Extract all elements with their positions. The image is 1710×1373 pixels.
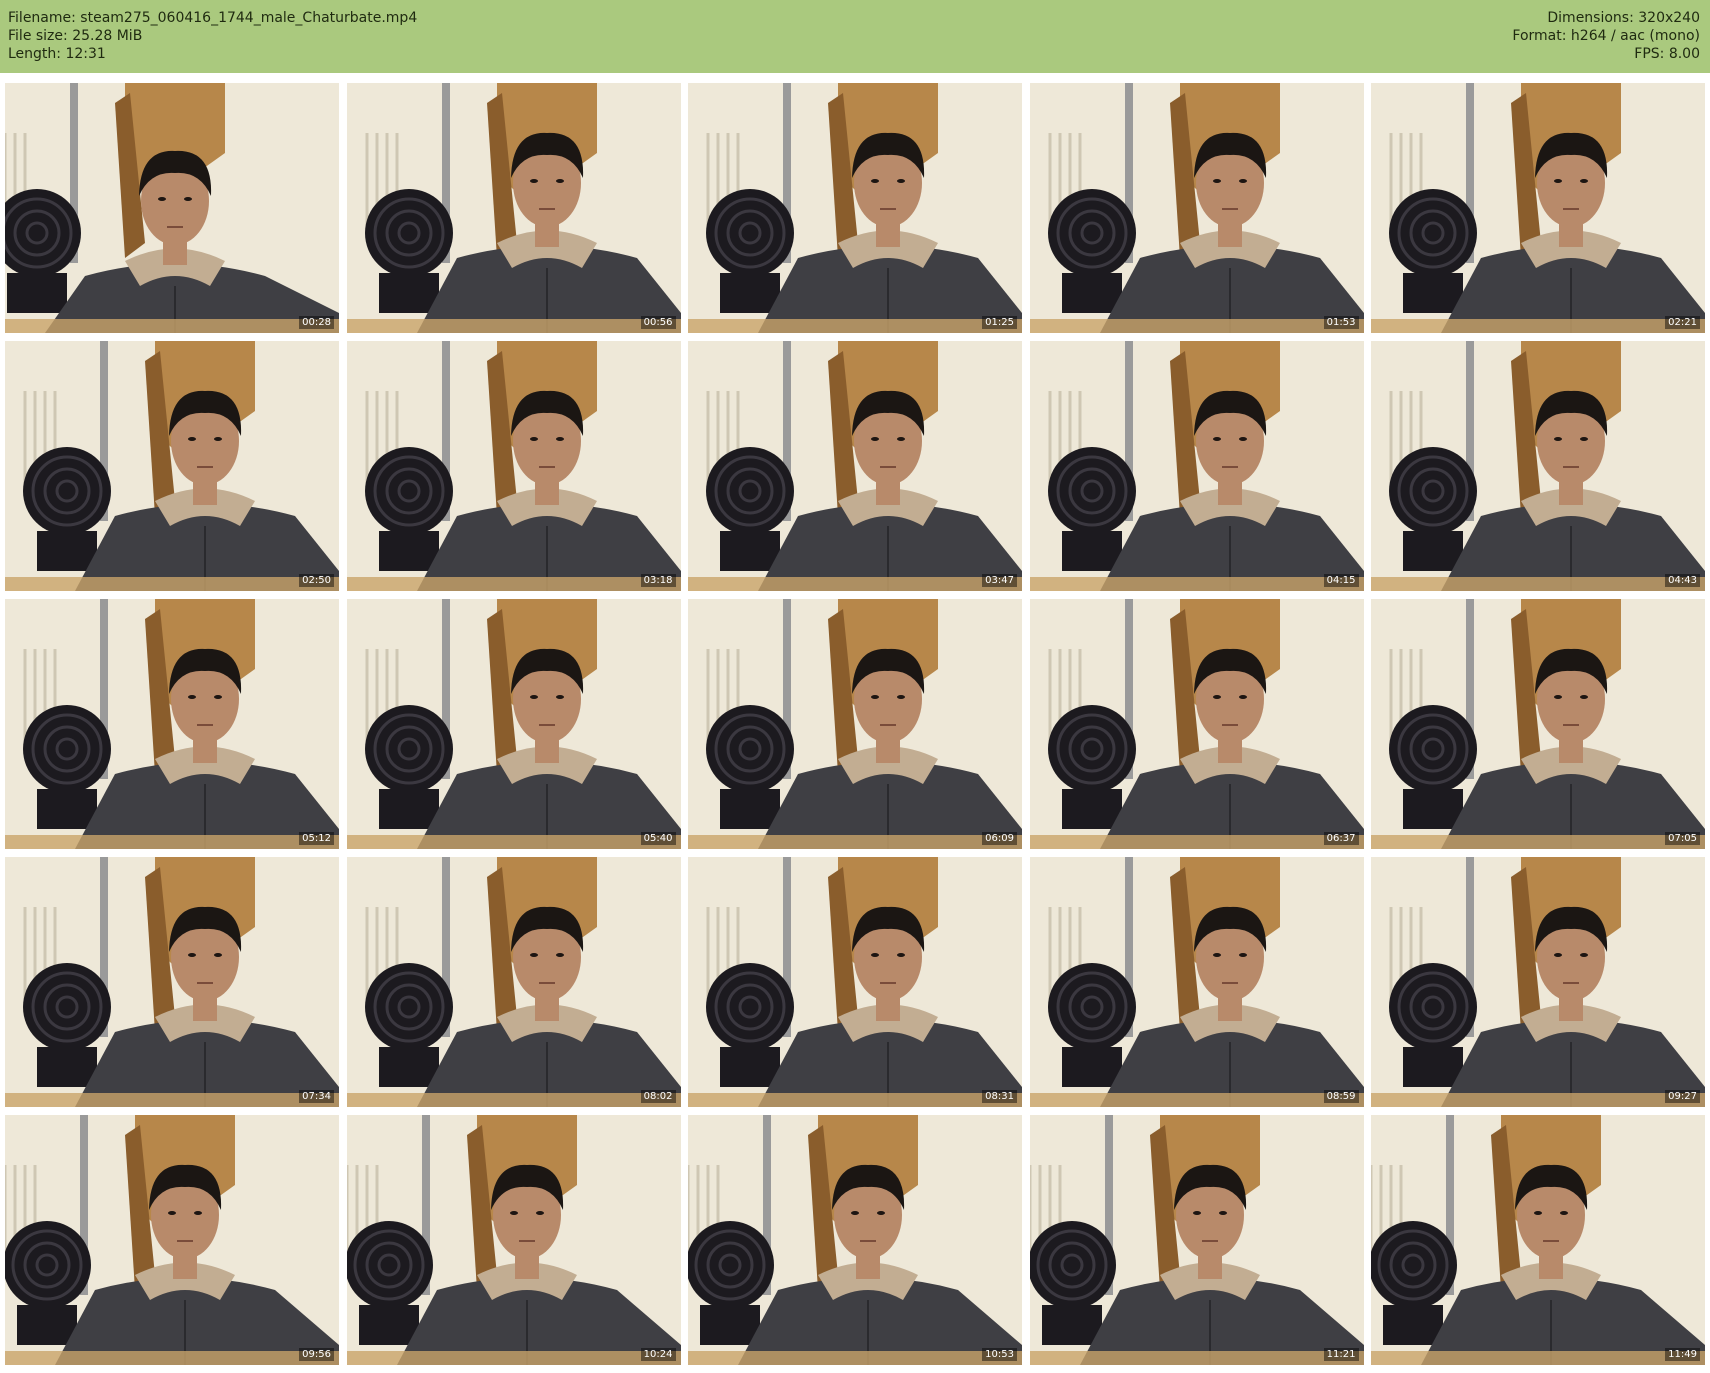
frame-image: [1029, 341, 1364, 591]
video-thumbnail[interactable]: 09:56: [5, 1115, 339, 1365]
frame-image: [1029, 83, 1364, 333]
video-thumbnail[interactable]: 02:50: [5, 341, 339, 591]
frame-image: [5, 1115, 339, 1365]
frame-image: [1029, 857, 1364, 1107]
thumbnail-timestamp: 04:43: [1665, 574, 1700, 587]
frame-image: [1371, 857, 1705, 1107]
fps-text: FPS: 8.00: [1634, 46, 1700, 62]
thumbnail-timestamp: 05:40: [640, 832, 676, 845]
thumbnail-timestamp: 08:02: [640, 1090, 676, 1103]
frame-image: [346, 599, 681, 849]
filename-text: Filename: steam275_060416_1744_male_Chat…: [8, 10, 418, 26]
length-text: Length: 12:31: [8, 46, 106, 62]
video-thumbnail[interactable]: 07:34: [5, 857, 339, 1107]
frame-image: [346, 341, 681, 591]
thumbnail-timestamp: 01:53: [1323, 316, 1359, 329]
frame-image: [1029, 599, 1364, 849]
video-thumbnail[interactable]: 06:09: [688, 599, 1022, 849]
thumbnail-timestamp: 07:34: [299, 1090, 334, 1103]
thumbnail-timestamp: 07:05: [1665, 832, 1700, 845]
thumbnail-timestamp: 03:18: [640, 574, 676, 587]
file-info-left: Filename: steam275_060416_1744_male_Chat…: [8, 9, 417, 63]
thumbnail-timestamp: 02:21: [1665, 316, 1700, 329]
video-thumbnail[interactable]: 01:25: [688, 83, 1022, 333]
thumbnail-timestamp: 06:37: [1323, 832, 1359, 845]
frame-image: [346, 83, 681, 333]
frame-image: [1371, 599, 1705, 849]
frame-image: [1371, 83, 1705, 333]
frame-image: [5, 857, 339, 1107]
thumbnail-timestamp: 11:49: [1665, 1348, 1700, 1361]
video-thumbnail[interactable]: 03:18: [346, 341, 681, 591]
dimensions-text: Dimensions: 320x240: [1547, 10, 1700, 26]
thumbnail-timestamp: 10:53: [982, 1348, 1017, 1361]
video-thumbnail[interactable]: 07:05: [1371, 599, 1705, 849]
video-thumbnail[interactable]: 00:28: [5, 83, 339, 333]
video-thumbnail[interactable]: 03:47: [688, 341, 1022, 591]
thumbnail-timestamp: 08:31: [982, 1090, 1017, 1103]
frame-image: [688, 1115, 1022, 1365]
frame-image: [1371, 1115, 1705, 1365]
format-text: Format: h264 / aac (mono): [1512, 28, 1700, 44]
thumbnail-timestamp: 00:28: [299, 316, 334, 329]
video-thumbnail[interactable]: 06:37: [1029, 599, 1364, 849]
frame-image: [346, 1115, 681, 1365]
thumbnail-timestamp: 08:59: [1323, 1090, 1359, 1103]
frame-image: [346, 857, 681, 1107]
thumbnail-timestamp: 06:09: [982, 832, 1017, 845]
frame-image: [688, 857, 1022, 1107]
thumbnail-timestamp: 00:56: [640, 316, 676, 329]
video-thumbnail[interactable]: 05:40: [346, 599, 681, 849]
frame-image: [688, 83, 1022, 333]
thumbnail-timestamp: 05:12: [299, 832, 334, 845]
frame-image: [1371, 341, 1705, 591]
video-thumbnail[interactable]: 10:24: [346, 1115, 681, 1365]
thumbnail-timestamp: 03:47: [982, 574, 1017, 587]
video-thumbnail[interactable]: 08:59: [1029, 857, 1364, 1107]
thumbnail-timestamp: 11:21: [1323, 1348, 1359, 1361]
thumbnail-timestamp: 09:56: [299, 1348, 334, 1361]
video-thumbnail[interactable]: 09:27: [1371, 857, 1705, 1107]
frame-image: [688, 599, 1022, 849]
video-thumbnail[interactable]: 08:02: [346, 857, 681, 1107]
thumbnail-timestamp: 02:50: [299, 574, 334, 587]
video-thumbnail[interactable]: 04:15: [1029, 341, 1364, 591]
thumbnail-timestamp: 04:15: [1323, 574, 1359, 587]
video-thumbnail[interactable]: 00:56: [346, 83, 681, 333]
filesize-text: File size: 25.28 MiB: [8, 28, 143, 44]
frame-image: [5, 341, 339, 591]
file-info-right: Dimensions: 320x240 Format: h264 / aac (…: [1512, 9, 1700, 63]
video-thumbnail[interactable]: 05:12: [5, 599, 339, 849]
frame-image: [1029, 1115, 1364, 1365]
frame-image: [688, 341, 1022, 591]
video-thumbnail[interactable]: 04:43: [1371, 341, 1705, 591]
thumbnail-timestamp: 09:27: [1665, 1090, 1700, 1103]
video-thumbnail[interactable]: 08:31: [688, 857, 1022, 1107]
contact-sheet-header: Filename: steam275_060416_1744_male_Chat…: [0, 0, 1710, 73]
thumbnail-timestamp: 01:25: [982, 316, 1017, 329]
video-thumbnail[interactable]: 10:53: [688, 1115, 1022, 1365]
video-thumbnail[interactable]: 11:21: [1029, 1115, 1364, 1365]
thumbnail-timestamp: 10:24: [640, 1348, 676, 1361]
frame-image: [5, 599, 339, 849]
thumbnail-grid: 00:28 00:56 01:25 01:53 02:21 02:50 03:18 03:47…: [5, 83, 1705, 1365]
frame-image: [5, 83, 339, 333]
video-thumbnail[interactable]: 02:21: [1371, 83, 1705, 333]
video-thumbnail[interactable]: 01:53: [1029, 83, 1364, 333]
video-thumbnail[interactable]: 11:49: [1371, 1115, 1705, 1365]
